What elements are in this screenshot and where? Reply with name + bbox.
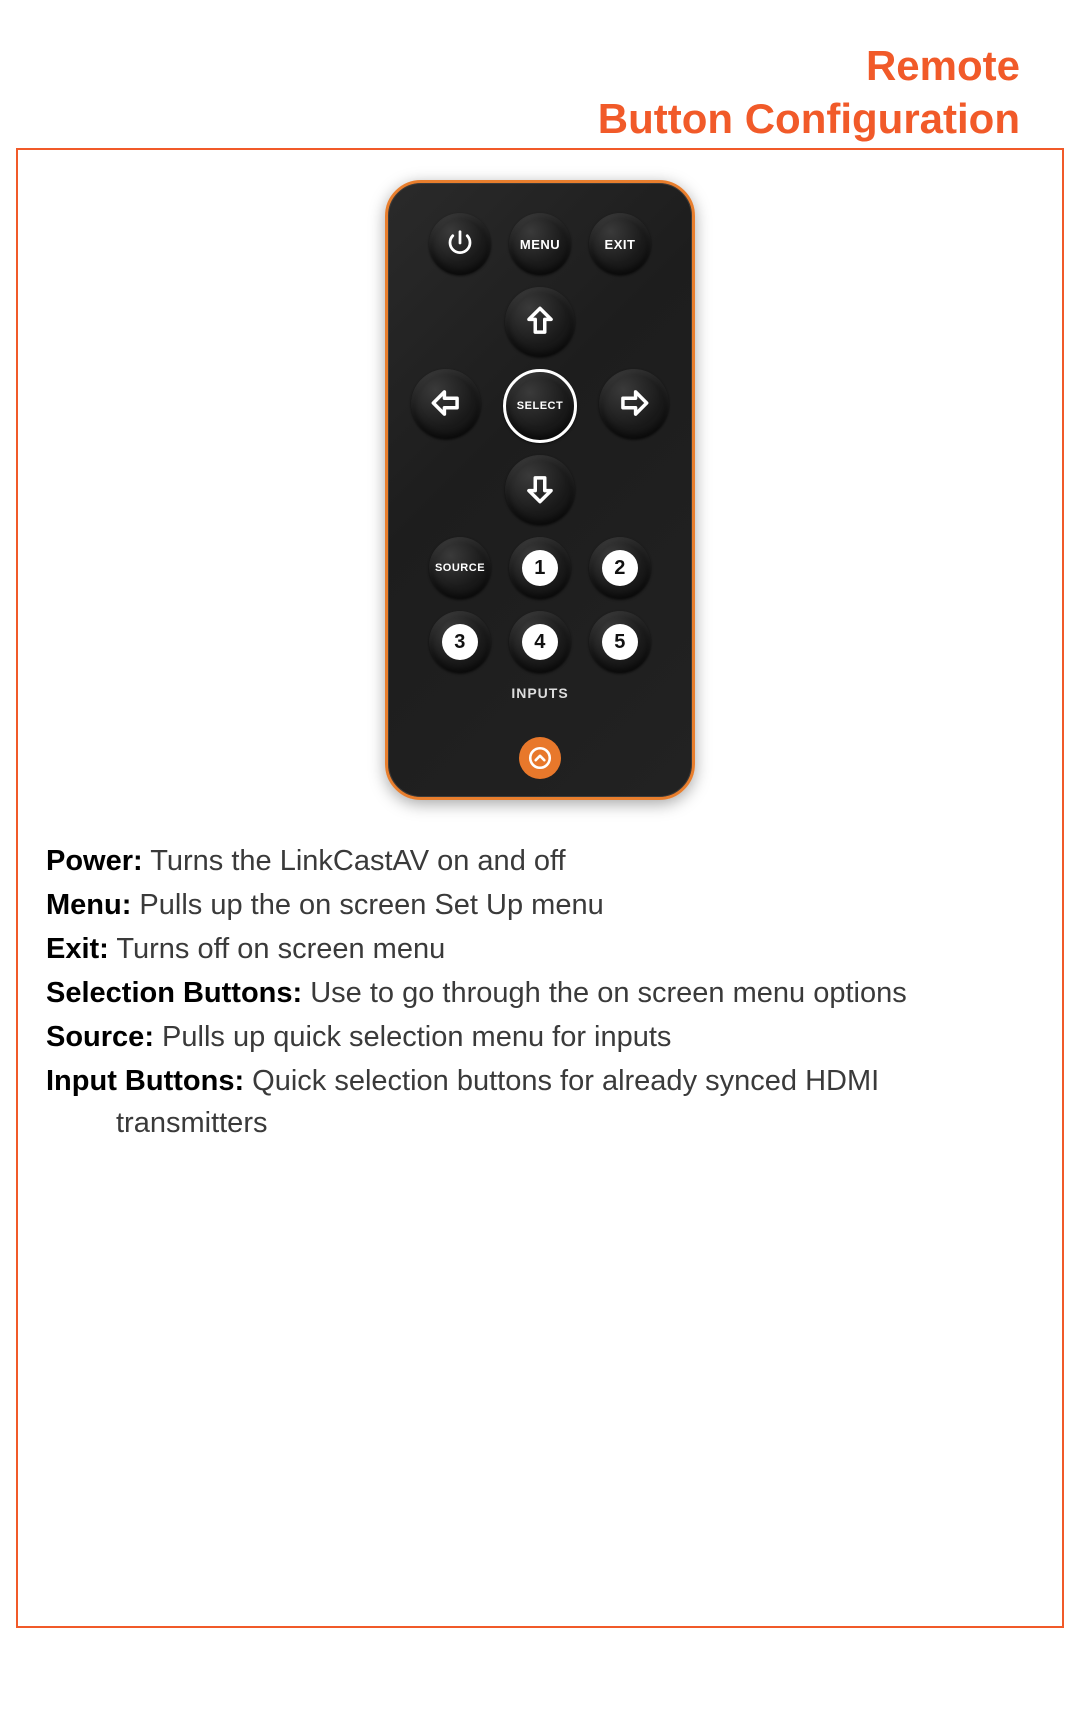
left-button[interactable] bbox=[411, 369, 481, 439]
desc-inputs-cont: transmitters bbox=[46, 1102, 1022, 1144]
desc-power-label: Power: bbox=[46, 845, 143, 877]
arrow-up-icon bbox=[521, 302, 559, 343]
arrow-down-icon bbox=[521, 470, 559, 511]
source-label: SOURCE bbox=[435, 562, 485, 574]
desc-inputs-text: Quick selection buttons for already sync… bbox=[244, 1065, 879, 1097]
remote-row-inputs: 3 4 5 bbox=[410, 611, 670, 673]
input-number-badge: 1 bbox=[522, 550, 558, 586]
input-3-button[interactable]: 3 bbox=[429, 611, 491, 673]
input-number-3: 3 bbox=[454, 631, 466, 654]
desc-menu: Menu: Pulls up the on screen Set Up menu bbox=[46, 884, 1022, 926]
input-number-2: 2 bbox=[614, 557, 626, 580]
remote-row-source: SOURCE 1 2 bbox=[410, 537, 670, 599]
select-label: SELECT bbox=[517, 400, 563, 412]
input-number-badge: 3 bbox=[442, 624, 478, 660]
right-button[interactable] bbox=[599, 369, 669, 439]
desc-selection: Selection Buttons: Use to go through the… bbox=[46, 972, 1022, 1014]
arrow-left-icon bbox=[427, 384, 465, 425]
desc-inputs: Input Buttons: Quick selection buttons f… bbox=[46, 1060, 1022, 1144]
input-number-1: 1 bbox=[534, 557, 546, 580]
remote-illustration: MENU EXIT bbox=[385, 180, 695, 800]
input-number-badge: 2 bbox=[602, 550, 638, 586]
input-number-4: 4 bbox=[534, 631, 546, 654]
menu-label: MENU bbox=[520, 237, 560, 252]
up-button[interactable] bbox=[505, 287, 575, 357]
input-number-badge: 4 bbox=[522, 624, 558, 660]
remote-row-mid: SELECT bbox=[410, 369, 670, 443]
header-line2: Button Configuration bbox=[598, 93, 1020, 146]
remote-row-up bbox=[410, 287, 670, 357]
power-icon bbox=[445, 228, 475, 261]
desc-menu-text: Pulls up the on screen Set Up menu bbox=[131, 889, 603, 921]
input-2-button[interactable]: 2 bbox=[589, 537, 651, 599]
desc-power: Power: Turns the LinkCastAV on and off bbox=[46, 840, 1022, 882]
input-number-badge: 5 bbox=[602, 624, 638, 660]
header-line1: Remote bbox=[598, 40, 1020, 93]
descriptions-block: Power: Turns the LinkCastAV on and off M… bbox=[46, 840, 1022, 1146]
source-button[interactable]: SOURCE bbox=[429, 537, 491, 599]
desc-source-text: Pulls up quick selection menu for inputs bbox=[154, 1021, 671, 1053]
desc-source-label: Source: bbox=[46, 1021, 154, 1053]
content-frame: MENU EXIT bbox=[16, 148, 1064, 1628]
menu-button[interactable]: MENU bbox=[509, 213, 571, 275]
exit-label: EXIT bbox=[605, 237, 636, 252]
inputs-section-label: INPUTS bbox=[410, 685, 670, 701]
desc-inputs-label: Input Buttons: bbox=[46, 1065, 244, 1097]
remote-row-top: MENU EXIT bbox=[410, 213, 670, 275]
input-5-button[interactable]: 5 bbox=[589, 611, 651, 673]
desc-exit-label: Exit: bbox=[46, 933, 109, 965]
exit-button[interactable]: EXIT bbox=[589, 213, 651, 275]
desc-selection-text: Use to go through the on screen menu opt… bbox=[302, 977, 907, 1009]
remote-body: MENU EXIT bbox=[385, 180, 695, 800]
desc-selection-label: Selection Buttons: bbox=[46, 977, 302, 1009]
remote-row-down bbox=[410, 455, 670, 525]
brand-logo-icon bbox=[519, 737, 561, 779]
desc-source: Source: Pulls up quick selection menu fo… bbox=[46, 1016, 1022, 1058]
input-number-5: 5 bbox=[614, 631, 626, 654]
arrow-right-icon bbox=[615, 384, 653, 425]
desc-power-text: Turns the LinkCastAV on and off bbox=[143, 845, 566, 877]
select-button[interactable]: SELECT bbox=[503, 369, 577, 443]
desc-exit-text: Turns off on screen menu bbox=[109, 933, 445, 965]
page-header: Remote Button Configuration bbox=[598, 40, 1020, 145]
input-1-button[interactable]: 1 bbox=[509, 537, 571, 599]
down-button[interactable] bbox=[505, 455, 575, 525]
desc-menu-label: Menu: bbox=[46, 889, 131, 921]
power-button[interactable] bbox=[429, 213, 491, 275]
desc-exit: Exit: Turns off on screen menu bbox=[46, 928, 1022, 970]
input-4-button[interactable]: 4 bbox=[509, 611, 571, 673]
